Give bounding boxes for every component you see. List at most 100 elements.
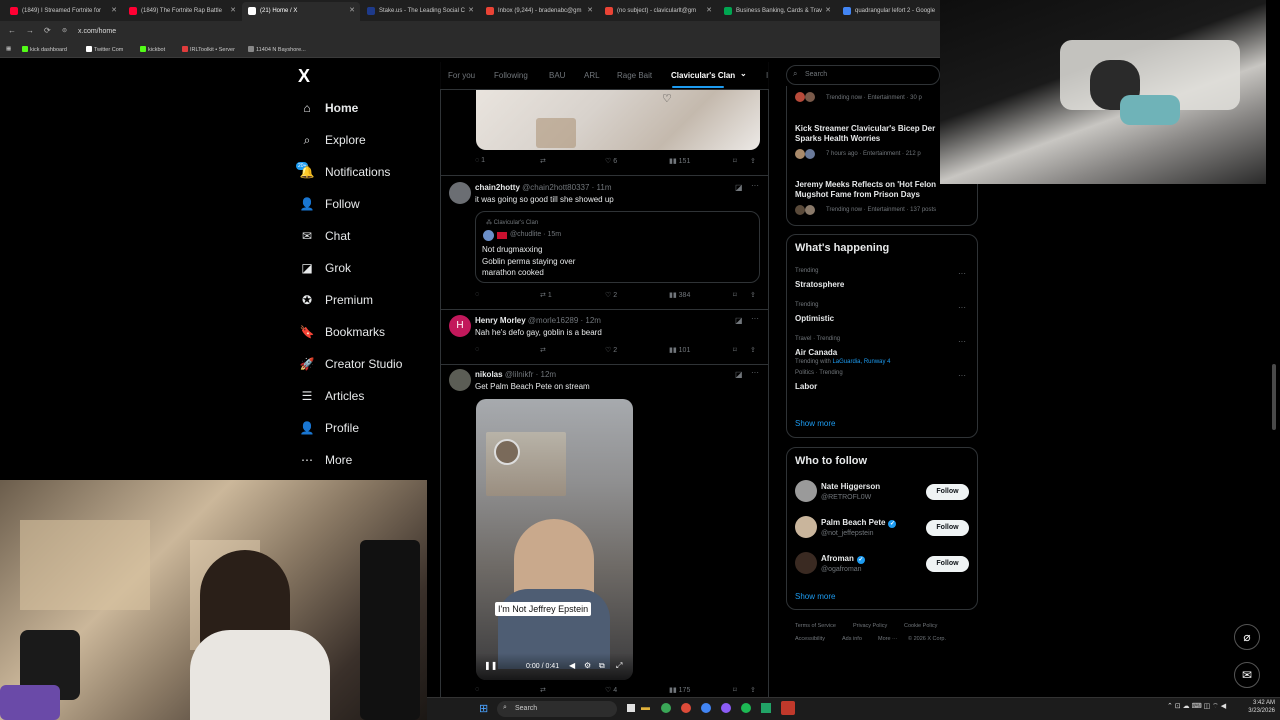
task-view-icon[interactable]	[627, 704, 635, 712]
excel-icon[interactable]	[761, 703, 771, 713]
close-icon[interactable]: ✕	[111, 6, 117, 14]
follow-name[interactable]: Nate Higgerson	[821, 482, 880, 491]
more-options-icon[interactable]: ···	[958, 303, 966, 312]
avatar[interactable]: H	[449, 315, 471, 337]
views-icon[interactable]: ▮▮ 175	[669, 686, 690, 694]
show-more-link[interactable]: Show more	[795, 419, 835, 428]
bookmark-item[interactable]: Twitter Com	[86, 46, 123, 53]
app-icon[interactable]	[681, 703, 691, 713]
footer-link[interactable]: Ads info	[842, 636, 862, 642]
mute-icon[interactable]: ◀	[569, 661, 575, 670]
app-icon[interactable]	[721, 703, 731, 713]
more-options-icon[interactable]: ···	[958, 269, 966, 278]
sidebar-item-bookmarks[interactable]: 🔖 Bookmarks	[298, 321, 386, 343]
sidebar-item-premium[interactable]: ✪ Premium	[298, 289, 373, 311]
app-icon-active[interactable]	[781, 701, 795, 715]
reply-icon[interactable]: ◌	[475, 291, 479, 298]
pause-icon[interactable]: ❚❚	[484, 661, 497, 670]
grok-icon[interactable]: ◪	[735, 370, 743, 379]
tab-i[interactable]: I	[766, 71, 768, 80]
share-icon[interactable]: ⇪	[750, 291, 756, 299]
trend-topic[interactable]: Air Canada	[795, 348, 837, 357]
bookmark-icon[interactable]: ⌑	[733, 686, 737, 694]
reload-icon[interactable]: ⟳	[44, 26, 51, 35]
trend-title[interactable]: Jeremy Meeks Reflects on 'Hot Felon	[795, 180, 936, 189]
fullscreen-icon[interactable]: ⤢	[616, 661, 622, 671]
clock-time[interactable]: 3:42 AM	[1241, 700, 1275, 706]
sidebar-item-articles[interactable]: ☰ Articles	[298, 385, 365, 407]
spotify-icon[interactable]	[741, 703, 751, 713]
grok-fab-icon[interactable]: ⌀	[1234, 624, 1260, 650]
follow-button[interactable]: Follow	[926, 520, 969, 536]
tab-rage-bait[interactable]: Rage Bait	[617, 71, 652, 80]
sidebar-item-notifications[interactable]: 🔔 Notifications	[298, 161, 391, 183]
taskbar-search[interactable]: ⌕ Search	[497, 701, 617, 717]
more-options-icon[interactable]: ···	[751, 368, 759, 377]
follow-name[interactable]: Palm Beach Pete ✓	[821, 518, 897, 528]
browser-tab[interactable]: Business Banking, Cards & Trav ✕	[718, 2, 836, 21]
video-player[interactable]: ❚❚ 0:00 / 0:41 ◀ ⚙ ⧉ ⤢	[476, 399, 633, 680]
windows-start-icon[interactable]: ⊞	[479, 702, 488, 715]
tab-arl[interactable]: ARL	[584, 71, 600, 80]
follow-button[interactable]: Follow	[926, 556, 969, 572]
avatar[interactable]	[449, 369, 471, 391]
avatar[interactable]	[795, 552, 817, 574]
share-icon[interactable]: ⇪	[750, 346, 756, 354]
pip-icon[interactable]: ⧉	[599, 661, 605, 671]
search-input[interactable]: ⌕ Search	[786, 65, 940, 85]
close-icon[interactable]: ✕	[587, 6, 593, 14]
tab-bau[interactable]: BAU	[549, 71, 565, 80]
sidebar-item-chat[interactable]: ✉ Chat	[298, 225, 350, 247]
browser-tab[interactable]: quadrangular lefort 2 - Google✕	[837, 2, 955, 21]
grok-icon[interactable]: ◪	[735, 183, 743, 192]
browser-tab[interactable]: (no subject) - clavicularlt@gm ✕	[599, 2, 717, 21]
sidebar-item-explore[interactable]: ⌕ Explore	[298, 129, 366, 151]
trend-extra-link[interactable]: LaGuardia, Runway 4	[832, 359, 890, 365]
bookmark-item[interactable]: kickbot	[140, 46, 165, 53]
browser-tab[interactable]: (21) Home / X ✕	[242, 2, 360, 21]
messages-fab-icon[interactable]: ✉	[1234, 662, 1260, 688]
trend-title[interactable]: Mugshot Fame from Prison Days	[795, 190, 920, 199]
post-author[interactable]: nikolas @lilnikfr · 12m	[475, 370, 556, 379]
repost-icon[interactable]: ⇄	[540, 346, 546, 354]
quoted-post[interactable]: ⁂ Clavicular's Clan @chudlite · 15m Not …	[475, 211, 760, 283]
sidebar-item-grok[interactable]: ◪ Grok	[298, 257, 351, 279]
tab-following[interactable]: Following	[494, 71, 528, 80]
grok-icon[interactable]: ◪	[735, 316, 743, 325]
sidebar-item-more[interactable]: ⋯ More	[298, 449, 352, 471]
like-icon[interactable]: ♡ 2	[605, 291, 617, 299]
views-icon[interactable]: ▮▮ 151	[669, 157, 690, 165]
repost-icon[interactable]: ⇄	[540, 686, 546, 694]
repost-icon[interactable]: ⇄	[540, 157, 546, 165]
browser-tab[interactable]: Stake.us - The Leading Social C ✕	[361, 2, 479, 21]
footer-link[interactable]: Terms of Service	[795, 623, 836, 629]
avatar[interactable]	[795, 516, 817, 538]
share-icon[interactable]: ⇪	[750, 157, 756, 165]
sidebar-item-follow[interactable]: 👤 Follow	[298, 193, 360, 215]
footer-link[interactable]: More ···	[878, 636, 898, 642]
chrome-icon[interactable]	[701, 703, 711, 713]
more-options-icon[interactable]: ···	[751, 314, 759, 323]
post-author[interactable]: chain2hotty @chain2hott80337 · 11m	[475, 183, 612, 192]
sidebar-item-profile[interactable]: 👤 Profile	[298, 417, 360, 439]
close-icon[interactable]: ✕	[468, 6, 474, 14]
trend-title[interactable]: Sparks Health Worries	[795, 134, 880, 143]
bookmark-icon[interactable]: ⌑	[733, 346, 737, 354]
site-info-icon[interactable]: ⊜	[62, 27, 67, 34]
more-options-icon[interactable]: ···	[958, 371, 966, 380]
apps-icon[interactable]: ▦	[6, 46, 11, 52]
sidebar-item-home[interactable]: ⌂ Home	[298, 97, 358, 119]
close-icon[interactable]: ✕	[349, 6, 355, 14]
reply-icon[interactable]: ◌ 1	[475, 157, 485, 164]
close-icon[interactable]: ✕	[825, 6, 831, 14]
avatar[interactable]	[795, 480, 817, 502]
follow-name[interactable]: Afroman ✓	[821, 554, 865, 564]
close-icon[interactable]: ✕	[706, 6, 712, 14]
back-icon[interactable]: ←	[8, 26, 16, 35]
more-options-icon[interactable]: ···	[751, 181, 759, 190]
more-options-icon[interactable]: ···	[958, 337, 966, 346]
tab-clavicular-s-clan[interactable]: Clavicular's Clan	[671, 71, 735, 80]
settings-icon[interactable]: ⚙	[584, 661, 591, 670]
follow-button[interactable]: Follow	[926, 484, 969, 500]
browser-tab[interactable]: Inbox (9,244) - bradenabc@gm ✕	[480, 2, 598, 21]
